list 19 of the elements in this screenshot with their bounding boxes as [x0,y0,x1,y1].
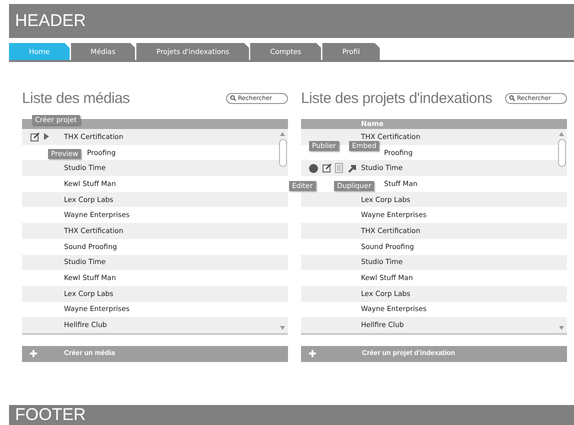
scroll-down-icon[interactable] [559,326,564,330]
plus-icon [309,350,316,358]
panel-title: Liste des projets d'indexations [301,90,492,106]
plus-icon [30,350,37,358]
circle-icon[interactable] [309,164,318,173]
panel-title: Liste des médias [22,90,130,106]
scroll-thumb[interactable] [558,139,566,167]
search-icon [230,95,236,101]
edit-icon[interactable] [322,163,332,174]
arrow-icon[interactable] [348,164,357,173]
scroll-thumb[interactable] [279,139,287,167]
scroll-up-icon[interactable] [559,132,564,136]
footer-title: FOOTER [15,405,86,425]
edit-icon[interactable] [30,132,40,142]
play-icon[interactable] [44,133,49,140]
scroll-up-icon[interactable] [280,132,285,136]
search-icon [509,95,515,101]
scroll-down-icon[interactable] [280,326,285,330]
header-title: HEADER [15,11,86,31]
